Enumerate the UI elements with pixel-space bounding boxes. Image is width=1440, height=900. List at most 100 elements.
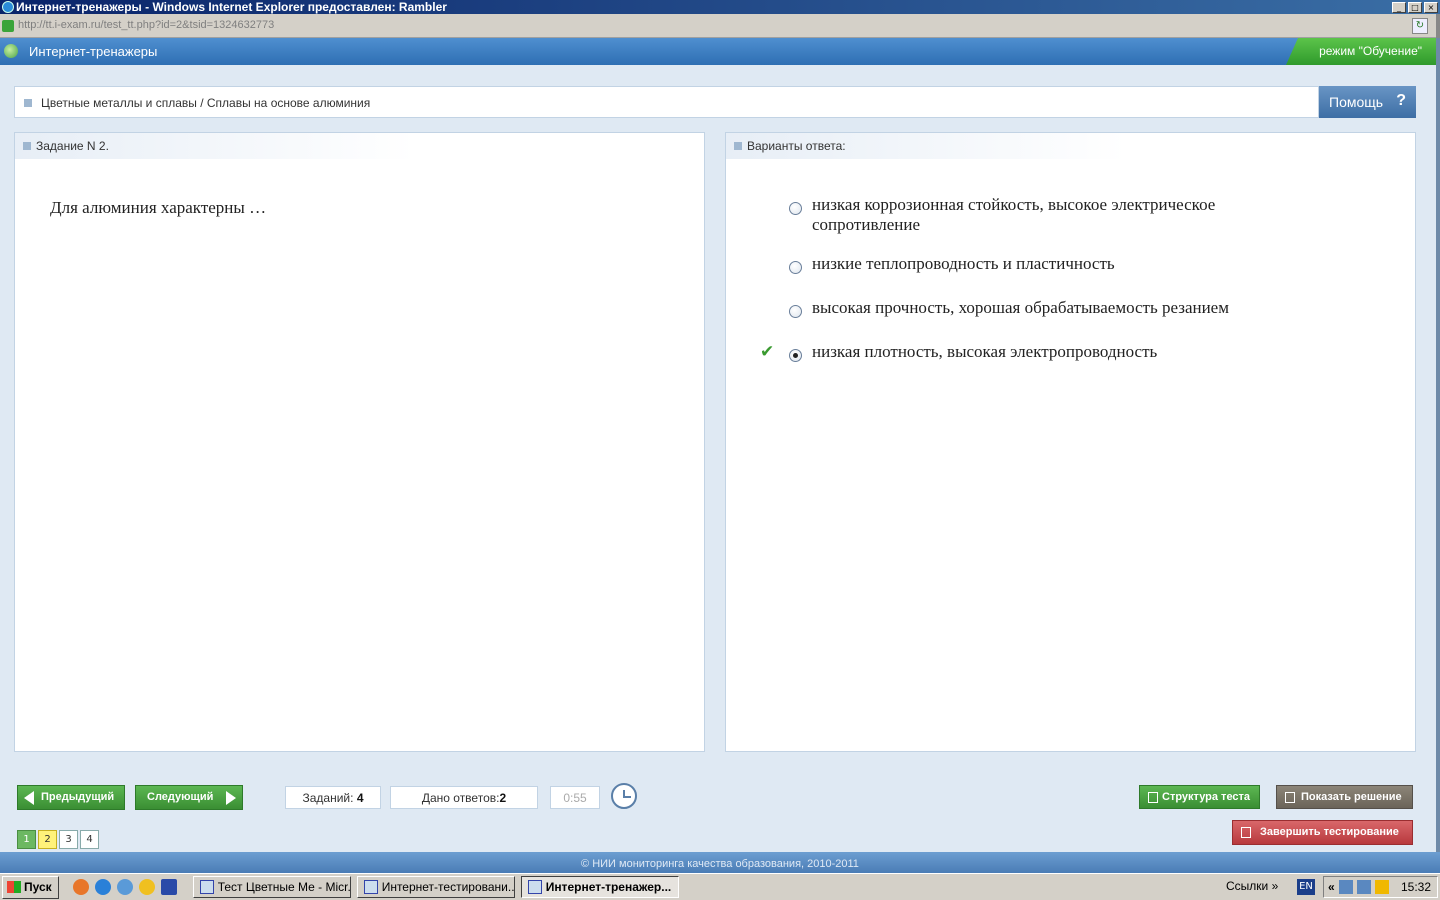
answers-panel: Варианты ответа: низкая коррозионная сто…	[725, 132, 1416, 752]
answer-text: высокая прочность, хорошая обрабатываемо…	[812, 298, 1229, 317]
start-label: Пуск	[24, 880, 52, 894]
quick-launch	[72, 879, 177, 895]
answer-radio-selected[interactable]	[789, 349, 802, 362]
checkmark-icon: ✔	[760, 342, 775, 362]
firefox-icon[interactable]	[72, 879, 89, 895]
mode-badge: режим "Обучение"	[1286, 38, 1436, 65]
task-pager: 1 2 3 4	[17, 830, 99, 849]
windows-icon	[7, 881, 21, 893]
system-tray: « 15:32	[1323, 876, 1438, 898]
window-controls: _ □ ×	[1392, 1, 1438, 13]
clock-icon	[611, 783, 637, 809]
next-button[interactable]: Следующий	[135, 785, 243, 810]
page-button[interactable]: 4	[80, 830, 99, 849]
tasks-label: Заданий:	[302, 791, 354, 805]
question-text: Для алюминия характерны …	[50, 198, 267, 217]
arrow-left-icon	[24, 791, 34, 805]
structure-button[interactable]: Структура теста	[1139, 785, 1260, 809]
solution-label: Показать решение	[1301, 791, 1402, 803]
prev-label: Предыдущий	[41, 791, 115, 803]
answer-text: низкая плотность, высокая электропроводн…	[812, 342, 1158, 361]
app-title: Интернет-тренажеры	[29, 44, 158, 59]
page-button[interactable]: 3	[59, 830, 78, 849]
minimize-button[interactable]: _	[1392, 1, 1406, 13]
media-icon[interactable]	[138, 879, 155, 895]
answers-label: Дано ответов:	[421, 791, 500, 805]
answer-radio[interactable]	[789, 202, 802, 215]
show-solution-button[interactable]: Показать решение	[1276, 785, 1413, 809]
taskbar-item-label: Интернет-тестировани...	[381, 880, 515, 894]
bullet-icon	[734, 142, 742, 150]
answer-text: низкая коррозионная стойкость, высокое э…	[812, 195, 1216, 234]
clock: 15:32	[1400, 880, 1431, 894]
prev-button[interactable]: Предыдущий	[17, 785, 125, 810]
answers-count: 2	[499, 791, 507, 805]
answer-option[interactable]: ✔ низкая плотность, высокая электропрово…	[726, 342, 1415, 386]
arrow-right-icon	[226, 791, 236, 805]
page-button[interactable]: 2	[38, 830, 57, 849]
page-icon	[2, 20, 14, 32]
word-icon	[199, 880, 214, 894]
app-header: Интернет-тренажеры режим "Обучение"	[0, 38, 1436, 65]
window-border	[1436, 38, 1440, 873]
outlook-icon[interactable]	[116, 879, 133, 895]
window-title: Интернет-тренажеры - Windows Internet Ex…	[16, 0, 447, 14]
refresh-icon[interactable]: ↻	[1412, 18, 1428, 34]
address-bar: http://tt.i-exam.ru/test_tt.php?id=2&tsi…	[0, 14, 1440, 38]
answer-text: низкие теплопроводность и пластичность	[812, 254, 1115, 273]
breadcrumb-text: Цветные металлы и сплавы / Сплавы на осн…	[41, 96, 371, 110]
answer-option[interactable]: высокая прочность, хорошая обрабатываемо…	[726, 298, 1415, 342]
task-panel: Задание N 2. Для алюминия характерны …	[14, 132, 705, 752]
book-icon	[1285, 792, 1295, 803]
word-icon[interactable]	[160, 879, 177, 895]
network-icon[interactable]	[1338, 880, 1353, 894]
help-label: Помощь	[1329, 94, 1384, 110]
structure-label: Структура теста	[1162, 791, 1251, 803]
answer-option[interactable]: низкая коррозионная стойкость, высокое э…	[726, 195, 1415, 254]
page-button[interactable]: 1	[17, 830, 36, 849]
task-panel-header: Задание N 2.	[15, 133, 415, 159]
finish-button[interactable]: Завершить тестирование	[1232, 820, 1413, 845]
taskbar-item-label: Интернет-тренажер...	[545, 880, 672, 894]
close-button[interactable]: ×	[1424, 1, 1438, 13]
maximize-button[interactable]: □	[1408, 1, 1422, 13]
network-icon[interactable]	[1356, 880, 1371, 894]
answer-option[interactable]: низкие теплопроводность и пластичность	[726, 254, 1415, 298]
answers-counter: Дано ответов:2	[390, 786, 538, 809]
taskbar-item[interactable]: Интернет-тестировани...	[356, 876, 515, 898]
chevron-icon[interactable]: «	[1328, 880, 1335, 894]
window-edge	[1436, 14, 1440, 38]
timer: 0:55	[550, 786, 600, 809]
breadcrumb: Цветные металлы и сплавы / Сплавы на осн…	[14, 86, 1319, 118]
warning-icon[interactable]	[1374, 880, 1389, 894]
links-toolbar[interactable]: Ссылки »	[1226, 879, 1278, 893]
answer-radio[interactable]	[789, 261, 802, 274]
url-field[interactable]: http://tt.i-exam.ru/test_tt.php?id=2&tsi…	[18, 19, 274, 31]
taskbar: Пуск Тест Цветные Ме - Micr... Интернет-…	[0, 873, 1440, 900]
ie-icon	[2, 1, 14, 13]
help-button[interactable]: Помощь ?	[1319, 86, 1416, 118]
finish-label: Завершить тестирование	[1260, 826, 1399, 838]
logo-icon	[4, 44, 18, 58]
footer: © НИИ мониторинга качества образования, …	[0, 852, 1440, 873]
tasks-count: 4	[356, 791, 364, 805]
start-button[interactable]: Пуск	[2, 875, 59, 899]
bullet-icon	[23, 142, 31, 150]
answers-panel-header: Варианты ответа:	[726, 133, 1126, 159]
taskbar-item-active[interactable]: Интернет-тренажер...	[520, 876, 679, 898]
answer-list: низкая коррозионная стойкость, высокое э…	[726, 195, 1415, 386]
question-icon: ?	[1396, 92, 1406, 109]
task-title: Задание N 2.	[36, 139, 109, 153]
language-indicator[interactable]: EN	[1297, 879, 1315, 895]
ie-icon	[527, 880, 542, 894]
ie-icon[interactable]	[94, 879, 111, 895]
answers-title: Варианты ответа:	[747, 139, 846, 153]
links-label: Ссылки	[1226, 879, 1269, 893]
answer-radio[interactable]	[789, 305, 802, 318]
bullet-icon	[24, 99, 32, 107]
taskbar-item[interactable]: Тест Цветные Ме - Micr...	[192, 876, 351, 898]
next-label: Следующий	[147, 791, 214, 803]
ie-icon	[363, 880, 378, 894]
window-titlebar: Интернет-тренажеры - Windows Internet Ex…	[0, 0, 1440, 14]
tasks-counter: Заданий: 4	[285, 786, 381, 809]
